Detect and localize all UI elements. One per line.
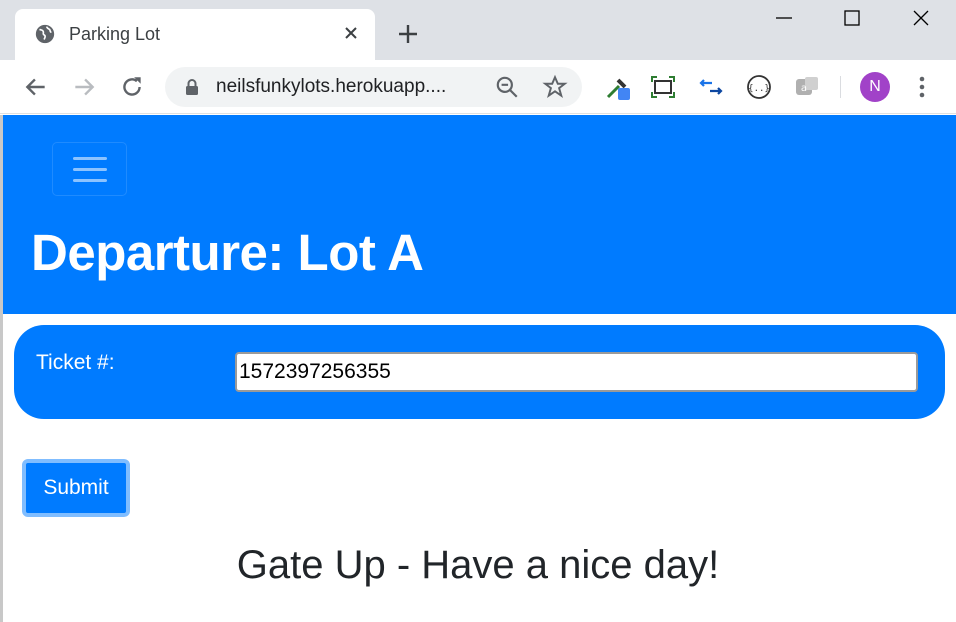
back-arrow-icon[interactable] [23, 74, 49, 100]
browser-window: Parking Lot neilsfunkylots.herokuapp....… [0, 0, 956, 622]
ticket-number-input[interactable] [235, 352, 918, 392]
hamburger-line-icon [73, 179, 107, 182]
arrows-icon[interactable] [698, 74, 724, 100]
ticket-form-panel: Ticket #: [14, 325, 945, 419]
hamburger-line-icon [73, 168, 107, 171]
svg-text:a: a [801, 83, 807, 94]
address-bar[interactable]: neilsfunkylots.herokuapp.... [165, 67, 582, 107]
close-icon[interactable] [341, 23, 361, 43]
toolbar-separator [840, 76, 841, 98]
reload-icon[interactable] [119, 74, 145, 100]
tab-strip: Parking Lot [0, 0, 956, 60]
hamburger-line-icon [73, 157, 107, 160]
screenshot-icon[interactable] [650, 74, 676, 100]
zoom-out-icon[interactable] [494, 74, 520, 100]
navbar-toggler-button[interactable] [52, 142, 127, 196]
profile-avatar[interactable]: N [860, 72, 890, 102]
web-page: Departure: Lot A Ticket #: Submit Gate U… [0, 115, 956, 622]
active-tab[interactable]: Parking Lot [15, 9, 375, 60]
plus-icon[interactable] [396, 22, 420, 46]
tab-title: Parking Lot [69, 24, 161, 44]
eyedropper-icon[interactable] [605, 74, 631, 100]
page-title: Departure: Lot A [31, 224, 424, 281]
page-header: Departure: Lot A [3, 115, 956, 314]
svg-text:{..}: {..} [748, 84, 770, 94]
ticket-label: Ticket #: [36, 351, 115, 374]
submit-button[interactable]: Submit [22, 459, 130, 517]
browser-toolbar: neilsfunkylots.herokuapp.... {..} a N [0, 60, 956, 114]
translate-icon[interactable]: a [794, 74, 820, 100]
maximize-icon[interactable] [840, 6, 864, 30]
lock-icon[interactable] [183, 78, 201, 96]
close-window-icon[interactable] [909, 6, 933, 30]
minimize-icon[interactable] [772, 6, 796, 30]
url-text[interactable]: neilsfunkylots.herokuapp.... [216, 76, 471, 98]
code-icon[interactable]: {..} [746, 74, 772, 100]
more-vert-icon[interactable] [909, 74, 935, 100]
forward-arrow-icon[interactable] [71, 74, 97, 100]
status-message: Gate Up - Have a nice day! [236, 543, 720, 587]
star-icon[interactable] [542, 74, 568, 100]
globe-icon [35, 24, 55, 44]
